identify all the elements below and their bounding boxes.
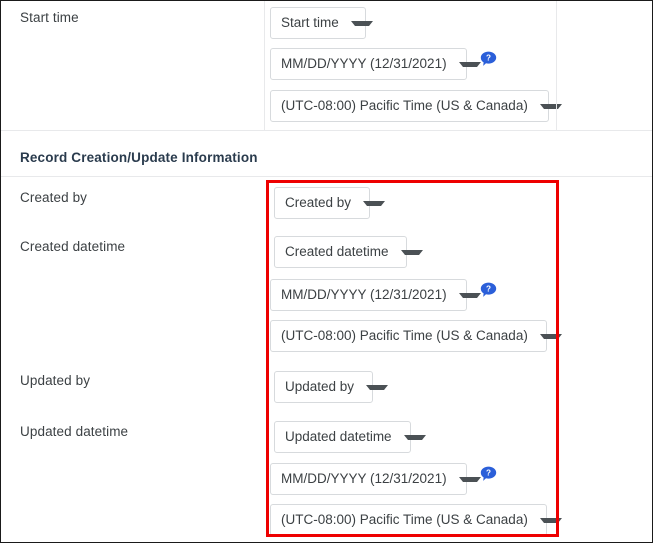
updated-datetime-field-select[interactable]: Updated datetime	[274, 421, 426, 453]
chevron-down-icon	[403, 434, 426, 440]
created-by-field-select-value: Created by	[285, 195, 352, 211]
created-datetime-label: Created datetime	[20, 239, 126, 254]
chevron-down-icon	[458, 476, 481, 482]
chevron-down-icon	[458, 292, 481, 298]
updated-datetime-timezone-select-value: (UTC-08:00) Pacific Time (US & Canada)	[281, 512, 528, 528]
section-divider-top	[1, 130, 652, 131]
created-by-row: Created by Created by	[1, 176, 652, 226]
chevron-down-icon	[458, 61, 481, 67]
updated-by-row: Updated by Updated by	[1, 361, 652, 411]
created-datetime-format-select[interactable]: MM/DD/YYYY (12/31/2021)	[270, 279, 481, 311]
svg-text:?: ?	[486, 469, 491, 478]
chevron-down-icon	[539, 333, 562, 339]
help-question-bubble-icon[interactable]: ?	[480, 466, 497, 483]
help-question-bubble-icon[interactable]: ?	[480, 51, 497, 68]
svg-text:?: ?	[486, 54, 491, 63]
created-datetime-field-select-value: Created datetime	[285, 244, 389, 260]
updated-datetime-field-select-value: Updated datetime	[285, 429, 392, 445]
created-datetime-field-select[interactable]: Created datetime	[274, 236, 423, 268]
updated-datetime-label: Updated datetime	[20, 424, 129, 439]
start-time-row: Start time Start time MM/DD/YYYY (12/31/…	[1, 1, 652, 131]
record-section-heading: Record Creation/Update Information	[20, 150, 258, 165]
svg-text:?: ?	[486, 285, 491, 294]
chevron-down-icon	[366, 384, 389, 390]
settings-form-screen: Start time Start time MM/DD/YYYY (12/31/…	[0, 0, 653, 543]
created-datetime-timezone-select-value: (UTC-08:00) Pacific Time (US & Canada)	[281, 328, 528, 344]
start-time-field-select[interactable]: Start time	[270, 7, 373, 39]
chevron-down-icon	[539, 103, 562, 109]
start-time-label: Start time	[20, 10, 79, 25]
updated-datetime-timezone-select[interactable]: (UTC-08:00) Pacific Time (US & Canada)	[270, 504, 562, 536]
column-divider-right	[556, 1, 557, 131]
updated-datetime-format-select[interactable]: MM/DD/YYYY (12/31/2021)	[270, 463, 481, 495]
chevron-down-icon	[363, 200, 386, 206]
chevron-down-icon	[350, 20, 373, 26]
help-question-bubble-icon[interactable]: ?	[480, 282, 497, 299]
created-by-label: Created by	[20, 190, 88, 205]
created-datetime-timezone-select[interactable]: (UTC-08:00) Pacific Time (US & Canada)	[270, 320, 562, 352]
column-divider-left	[264, 1, 265, 131]
updated-by-field-select-value: Updated by	[285, 379, 355, 395]
created-by-field-select[interactable]: Created by	[274, 187, 386, 219]
created-datetime-row: Created datetime Created datetime MM/DD/…	[1, 226, 652, 361]
start-time-field-select-value: Start time	[281, 15, 339, 31]
chevron-down-icon	[539, 517, 562, 523]
updated-datetime-format-select-value: MM/DD/YYYY (12/31/2021)	[281, 471, 447, 487]
updated-by-field-select[interactable]: Updated by	[274, 371, 389, 403]
created-datetime-format-select-value: MM/DD/YYYY (12/31/2021)	[281, 287, 447, 303]
updated-by-label: Updated by	[20, 373, 91, 388]
start-time-timezone-select[interactable]: (UTC-08:00) Pacific Time (US & Canada)	[270, 90, 562, 122]
start-time-format-select-value: MM/DD/YYYY (12/31/2021)	[281, 56, 447, 72]
chevron-down-icon	[400, 249, 423, 255]
updated-datetime-row: Updated datetime Updated datetime MM/DD/…	[1, 411, 652, 542]
start-time-timezone-select-value: (UTC-08:00) Pacific Time (US & Canada)	[281, 98, 528, 114]
start-time-format-select[interactable]: MM/DD/YYYY (12/31/2021)	[270, 48, 481, 80]
